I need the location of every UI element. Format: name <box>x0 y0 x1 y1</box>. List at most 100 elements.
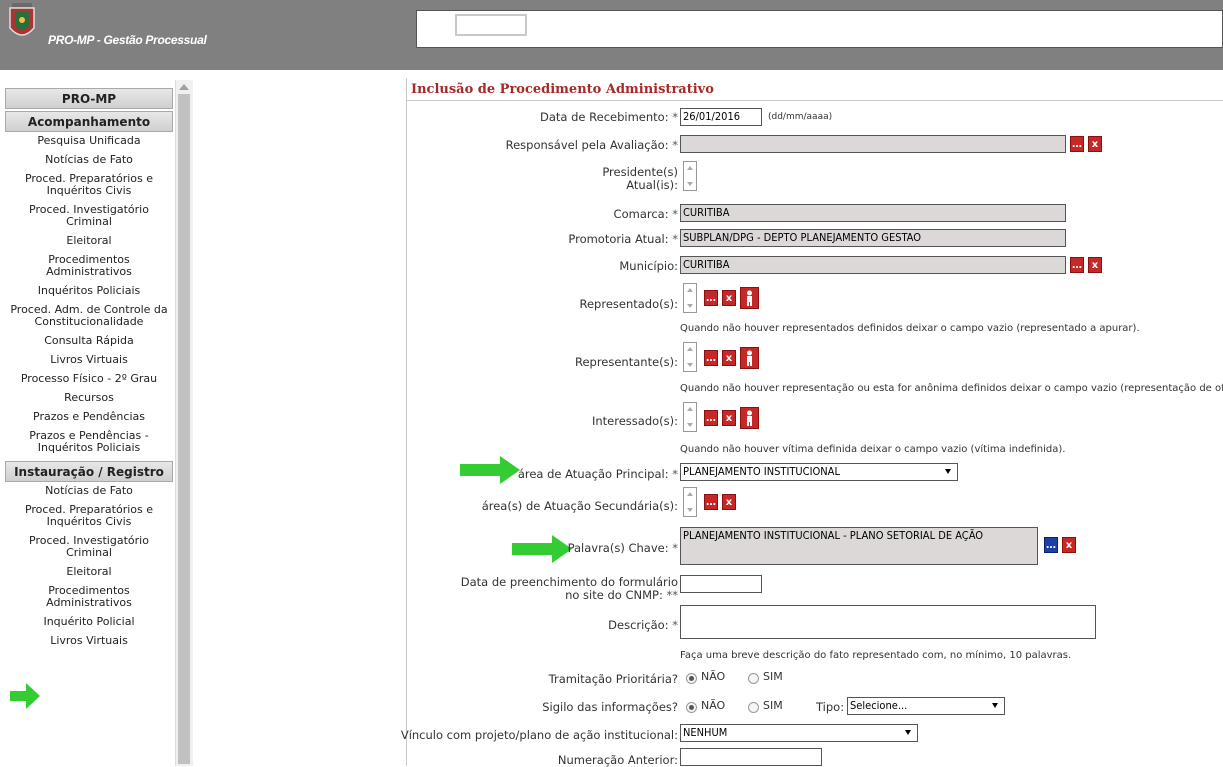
municipio-label: Município: <box>619 259 678 273</box>
app-title: PRO-MP - Gestão Processual <box>48 33 207 47</box>
search-representado-button[interactable]: … <box>704 290 718 306</box>
tipo-select[interactable]: Selecione... <box>847 697 1005 715</box>
comarca-label: Comarca: * <box>613 207 678 221</box>
search-area-secundaria-button[interactable]: … <box>704 494 718 510</box>
clear-representado-button[interactable]: x <box>722 290 736 306</box>
area-secundaria-list[interactable] <box>683 487 697 517</box>
descricao-label: Descrição: * <box>608 618 678 632</box>
person-add-representante-icon[interactable] <box>740 347 759 369</box>
chevron-down-icon <box>905 730 911 735</box>
numeracao-label: Numeração Anterior: <box>557 753 678 767</box>
representante-list[interactable] <box>683 342 697 372</box>
data-recebimento-input[interactable]: 26/01/2016 <box>680 108 762 126</box>
representado-hint: Quando não houver representados definido… <box>680 323 1140 334</box>
numeracao-input[interactable] <box>680 748 822 766</box>
search-palavras-button[interactable]: … <box>1044 537 1058 553</box>
coat-of-arms-logo <box>9 3 35 36</box>
interessado-list[interactable] <box>683 402 697 432</box>
presidente-label-2: Atual(is): <box>626 178 678 192</box>
clear-palavras-button[interactable]: x <box>1062 537 1076 553</box>
tramitacao-sim-radio[interactable] <box>748 673 759 684</box>
person-add-representado-icon[interactable] <box>740 287 759 309</box>
sidebar-item-b-0[interactable]: Notícias de Fato <box>5 482 173 501</box>
representante-label: Representante(s): <box>574 355 678 369</box>
sidebar-item-a-1[interactable]: Notícias de Fato <box>5 151 173 170</box>
representado-label: Representado(s): <box>579 297 679 311</box>
municipio-field[interactable]: CURITIBA <box>680 256 1066 274</box>
promotoria-field: SUBPLAN/DPG - DEPTO PLANEJAMENTO GESTAO <box>680 229 1066 247</box>
area-principal-label: área de Atuação Principal: * <box>517 467 678 481</box>
sidebar-item-a-4[interactable]: Eleitoral <box>5 232 173 251</box>
tramitacao-sim-label: SIM <box>763 670 783 683</box>
responsavel-input[interactable] <box>680 135 1066 153</box>
sidebar-item-b-1[interactable]: Proced. Preparatórios e Inquéritos Civis <box>5 501 173 532</box>
clear-area-secundaria-button[interactable]: x <box>722 494 736 510</box>
green-arrow-icon <box>10 683 40 709</box>
sigilo-sim-radio[interactable] <box>748 702 759 713</box>
search-municipio-button[interactable]: … <box>1070 257 1084 273</box>
area-principal-select[interactable]: PLANEJAMENTO INSTITUCIONAL <box>680 463 958 481</box>
sidebar-item-a-12[interactable]: Prazos e Pendências <box>5 408 173 427</box>
interessado-label: Interessado(s): <box>591 414 678 428</box>
sidebar-list-acompanhamento: Pesquisa Unificada Notícias de Fato Proced… <box>5 132 173 458</box>
area-secundaria-label: área(s) de Atuação Secundária(s): <box>481 499 678 513</box>
sigilo-nao-label: NÃO <box>701 699 726 712</box>
search-interessado-button[interactable]: … <box>704 410 718 426</box>
date-format-hint: (dd/mm/aaaa) <box>768 112 833 122</box>
presidente-list[interactable] <box>683 161 697 191</box>
data-cnmp-input[interactable] <box>680 575 762 593</box>
sidebar-section-instauracao: Instauração / Registro <box>5 461 173 482</box>
sidebar-item-a-13[interactable]: Prazos e Pendências - Inquéritos Policia… <box>5 427 173 458</box>
sigilo-nao-radio[interactable] <box>686 702 697 713</box>
sidebar-list-instauracao: Notícias de Fato Proced. Preparatórios e … <box>5 482 173 651</box>
clear-representante-button[interactable]: x <box>722 350 736 366</box>
sidebar-item-a-3[interactable]: Proced. Investigatório Criminal <box>5 201 173 232</box>
search-representante-button[interactable]: … <box>704 350 718 366</box>
person-add-interessado-icon[interactable] <box>740 407 759 429</box>
interessado-hint: Quando não houver vítima definida deixar… <box>680 444 1066 455</box>
tramitacao-label: Tramitação Prioritária? <box>548 672 678 686</box>
scroll-thumb[interactable] <box>178 94 190 764</box>
representante-hint: Quando não houver representação ou esta … <box>680 383 1223 394</box>
sidebar-item-b-3[interactable]: Eleitoral <box>5 563 173 582</box>
clear-municipio-button[interactable]: x <box>1088 257 1102 273</box>
presidente-label-1: Presidente(s) <box>602 165 678 179</box>
sidebar-item-a-6[interactable]: Inquéritos Policiais <box>5 282 173 301</box>
data-cnmp-label-1: Data de preenchimento do formulário <box>460 575 678 589</box>
chevron-down-icon <box>945 469 951 474</box>
sidebar-item-b-6[interactable]: Livros Virtuais <box>5 632 173 651</box>
tipo-label: Tipo: <box>816 700 845 714</box>
comarca-field: CURITIBA <box>680 204 1066 222</box>
sidebar: PRO-MP Acompanhamento Pesquisa Unificada… <box>5 88 173 766</box>
descricao-textarea[interactable] <box>680 605 1096 639</box>
sidebar-item-a-10[interactable]: Processo Físico - 2º Grau <box>5 370 173 389</box>
page-title: Inclusão de Procedimento Administrativo <box>411 82 714 97</box>
scroll-up-icon[interactable] <box>179 84 189 90</box>
sidebar-header-promp: PRO-MP <box>5 88 173 109</box>
sidebar-item-a-2[interactable]: Proced. Preparatórios e Inquéritos Civis <box>5 170 173 201</box>
sidebar-item-a-0[interactable]: Pesquisa Unificada <box>5 132 173 151</box>
clear-interessado-button[interactable]: x <box>722 410 736 426</box>
sidebar-item-b-5[interactable]: Inquérito Policial <box>5 613 173 632</box>
data-recebimento-label: Data de Recebimento: * <box>540 110 678 124</box>
promotoria-label: Promotoria Atual: * <box>568 232 678 246</box>
vinculo-label: Vínculo com projeto/plano de ação instit… <box>400 728 678 742</box>
vinculo-select[interactable]: NENHUM <box>680 724 918 742</box>
sidebar-item-a-5[interactable]: Procedimentos Administrativos <box>5 251 173 282</box>
sidebar-item-b-2[interactable]: Proced. Investigatório Criminal <box>5 532 173 563</box>
data-cnmp-label-2: no site do CNMP: ** <box>565 588 678 602</box>
title-divider <box>406 100 1223 101</box>
palavras-list[interactable]: PLANEJAMENTO INSTITUCIONAL - PLANO SETOR… <box>680 527 1038 565</box>
sidebar-item-b-4[interactable]: Procedimentos Administrativos <box>5 582 173 613</box>
header-input[interactable] <box>455 14 527 36</box>
sidebar-item-a-8[interactable]: Consulta Rápida <box>5 332 173 351</box>
sidebar-item-a-7[interactable]: Proced. Adm. de Controle da Constitucion… <box>5 301 173 332</box>
representado-list[interactable] <box>683 283 697 313</box>
clear-responsavel-button[interactable]: x <box>1088 136 1102 152</box>
sidebar-item-a-9[interactable]: Livros Virtuais <box>5 351 173 370</box>
sidebar-item-a-11[interactable]: Recursos <box>5 389 173 408</box>
tramitacao-nao-radio[interactable] <box>686 673 697 684</box>
sidebar-scrollbar[interactable] <box>175 80 193 766</box>
search-responsavel-button[interactable]: … <box>1070 136 1084 152</box>
sigilo-sim-label: SIM <box>763 699 783 712</box>
